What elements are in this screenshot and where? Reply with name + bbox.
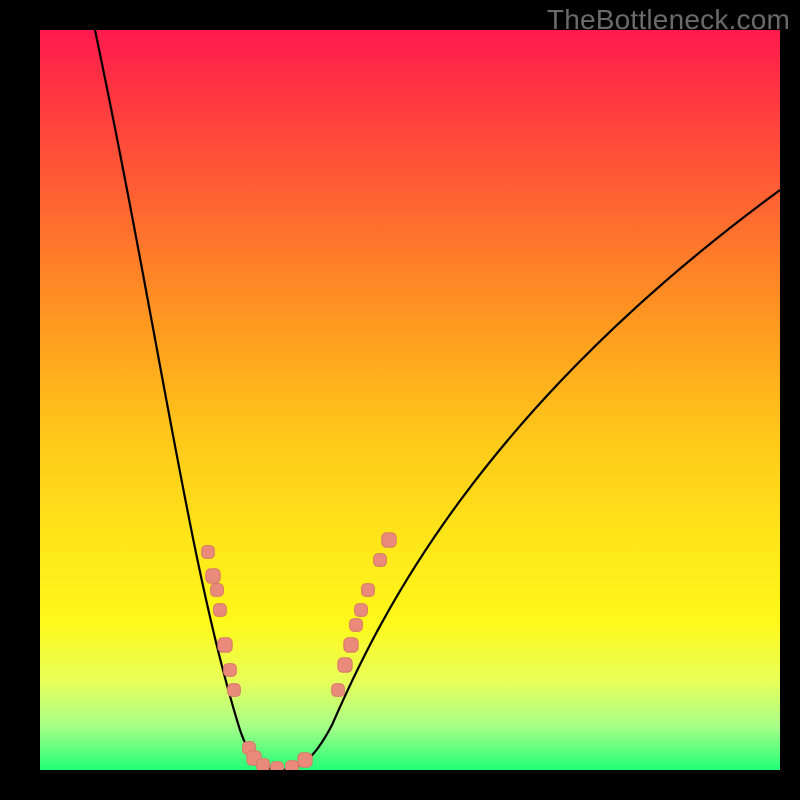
data-marker bbox=[374, 554, 387, 567]
curve-group bbox=[95, 30, 780, 770]
watermark-text: TheBottleneck.com bbox=[547, 4, 790, 36]
data-marker bbox=[350, 619, 363, 632]
data-marker bbox=[257, 759, 270, 770]
data-marker bbox=[228, 684, 241, 697]
plot-area bbox=[40, 30, 780, 770]
data-marker bbox=[211, 584, 224, 597]
data-marker bbox=[298, 753, 312, 767]
data-marker bbox=[355, 604, 368, 617]
data-marker bbox=[271, 762, 284, 770]
chart-frame: TheBottleneck.com bbox=[0, 0, 800, 800]
data-marker bbox=[224, 664, 237, 677]
data-marker bbox=[202, 546, 215, 559]
data-marker bbox=[344, 638, 358, 652]
data-marker bbox=[218, 638, 232, 652]
data-marker bbox=[332, 684, 345, 697]
chart-svg bbox=[40, 30, 780, 770]
data-marker bbox=[382, 533, 396, 547]
bottleneck-curve bbox=[95, 30, 780, 770]
data-marker bbox=[206, 569, 220, 583]
data-marker bbox=[338, 658, 352, 672]
data-marker bbox=[362, 584, 375, 597]
data-marker bbox=[286, 761, 299, 770]
data-marker bbox=[214, 604, 227, 617]
